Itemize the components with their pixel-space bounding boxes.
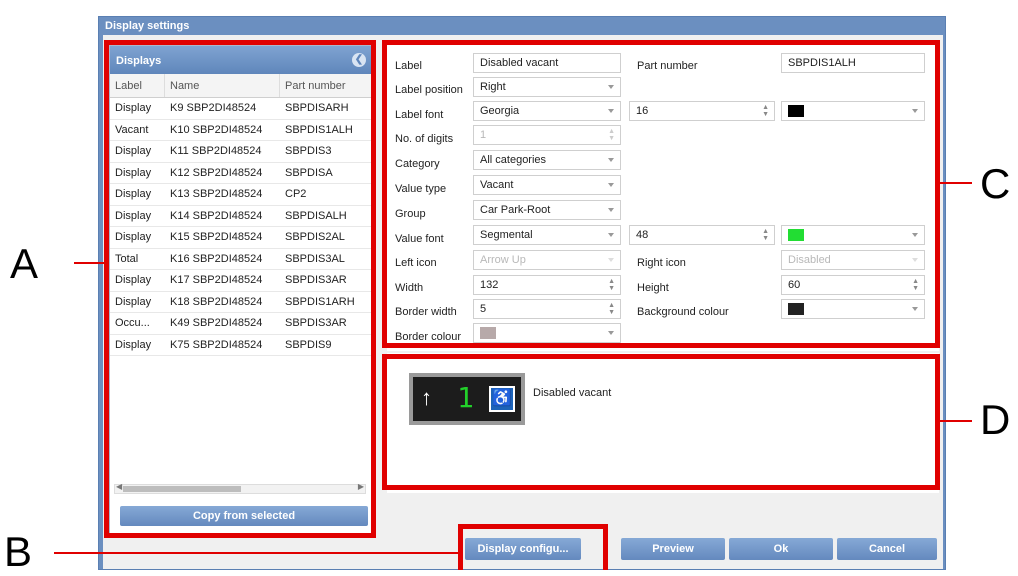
annotation-box-c [382, 40, 940, 348]
callout-d: D [980, 396, 1011, 443]
cancel-button[interactable]: Cancel [837, 538, 937, 560]
annotation-leader-a [74, 262, 104, 264]
preview-button[interactable]: Preview [621, 538, 725, 560]
callout-c: C [980, 160, 1011, 207]
annotation-leader-c [940, 182, 972, 184]
annotation-leader-b [54, 552, 458, 554]
annotation-box-d [382, 354, 940, 490]
ok-button[interactable]: Ok [729, 538, 833, 560]
annotation-box-b [458, 524, 608, 570]
annotation-box-a [104, 40, 376, 538]
annotation-leader-d [940, 420, 972, 422]
callout-a: A [10, 240, 39, 287]
callout-b: B [4, 528, 33, 575]
dialog-title: Display settings [105, 20, 190, 32]
